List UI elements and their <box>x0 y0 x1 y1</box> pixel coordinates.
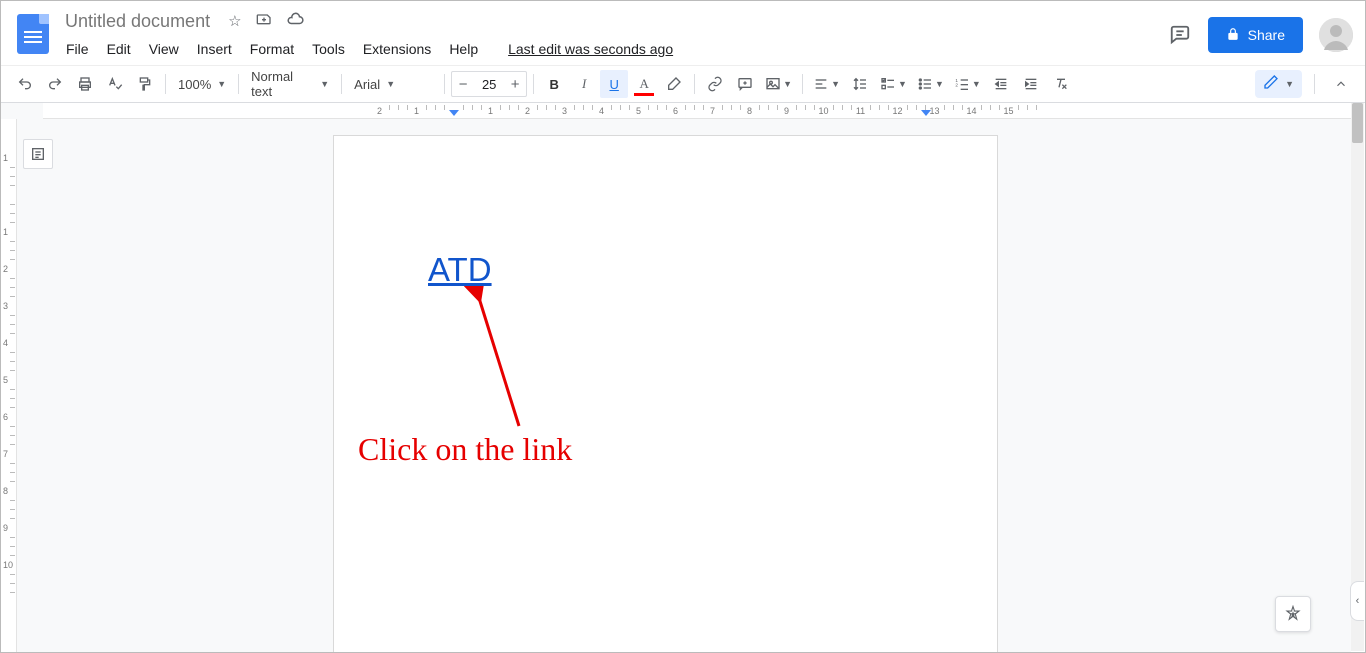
font-size-input[interactable] <box>474 77 504 92</box>
italic-button[interactable]: I <box>570 70 598 98</box>
menu-file[interactable]: File <box>59 37 96 61</box>
bulleted-list-button[interactable]: ▼ <box>913 70 948 98</box>
comments-icon[interactable] <box>1168 23 1192 47</box>
paragraph-style-combo[interactable]: Normal text▼ <box>245 70 335 98</box>
menu-edit[interactable]: Edit <box>100 37 138 61</box>
menu-format[interactable]: Format <box>243 37 301 61</box>
share-button[interactable]: Share <box>1208 17 1303 53</box>
horizontal-ruler[interactable]: 21123456789101112131415 <box>43 103 1351 119</box>
insert-link-button[interactable] <box>701 70 729 98</box>
pencil-icon <box>1263 74 1279 95</box>
cloud-status-icon[interactable] <box>286 10 304 32</box>
add-comment-button[interactable] <box>731 70 759 98</box>
insert-image-button[interactable]: ▼ <box>761 70 796 98</box>
undo-button[interactable] <box>11 70 39 98</box>
font-size-control: − + <box>451 71 527 97</box>
share-label: Share <box>1248 27 1285 43</box>
redo-button[interactable] <box>41 70 69 98</box>
document-page[interactable]: ATD Click on the link <box>333 135 998 652</box>
increase-indent-button[interactable] <box>1017 70 1045 98</box>
toolbar: 100%▼ Normal text▼ Arial▼ − + B I U A ▼ … <box>1 65 1365 103</box>
menu-insert[interactable]: Insert <box>190 37 239 61</box>
spellcheck-button[interactable] <box>101 70 129 98</box>
vertical-ruler[interactable]: 112345678910 <box>1 119 17 652</box>
highlight-button[interactable] <box>660 70 688 98</box>
document-title[interactable]: Untitled document <box>59 9 216 34</box>
zoom-combo[interactable]: 100%▼ <box>172 70 232 98</box>
menu-tools[interactable]: Tools <box>305 37 352 61</box>
svg-text:2: 2 <box>955 83 958 88</box>
menu-help[interactable]: Help <box>442 37 485 61</box>
bold-button[interactable]: B <box>540 70 568 98</box>
star-icon[interactable]: ☆ <box>228 12 241 30</box>
docs-logo[interactable] <box>13 7 53 61</box>
side-panel-toggle[interactable]: ‹ <box>1350 581 1364 621</box>
font-size-increase[interactable]: + <box>504 76 526 93</box>
underline-button[interactable]: U <box>600 70 628 98</box>
checklist-button[interactable]: ▼ <box>876 70 911 98</box>
user-avatar[interactable] <box>1319 18 1353 52</box>
annotation-text: Click on the link <box>358 431 572 468</box>
print-button[interactable] <box>71 70 99 98</box>
paint-format-button[interactable] <box>131 70 159 98</box>
text-color-button[interactable]: A <box>630 70 658 98</box>
workspace: 21123456789101112131415 112345678910 ATD… <box>1 103 1351 652</box>
decrease-indent-button[interactable] <box>987 70 1015 98</box>
align-button[interactable]: ▼ <box>809 70 844 98</box>
editing-mode-button[interactable]: ▼ <box>1255 70 1302 98</box>
line-spacing-button[interactable] <box>846 70 874 98</box>
document-hyperlink[interactable]: ATD <box>428 251 492 289</box>
app-header: Untitled document ☆ File Edit View Inser… <box>1 1 1365 65</box>
menu-extensions[interactable]: Extensions <box>356 37 438 61</box>
annotation-arrow <box>464 286 534 436</box>
vertical-scrollbar[interactable] <box>1351 103 1364 651</box>
menu-bar: File Edit View Insert Format Tools Exten… <box>59 35 680 63</box>
numbered-list-button[interactable]: 12▼ <box>950 70 985 98</box>
last-edit-link[interactable]: Last edit was seconds ago <box>501 37 680 61</box>
font-size-decrease[interactable]: − <box>452 76 474 93</box>
explore-button[interactable] <box>1275 596 1311 632</box>
clear-formatting-button[interactable] <box>1047 70 1075 98</box>
menu-view[interactable]: View <box>142 37 186 61</box>
move-icon[interactable] <box>256 11 272 31</box>
hide-menus-button[interactable] <box>1327 70 1355 98</box>
document-canvas[interactable]: ATD Click on the link <box>17 119 1351 652</box>
font-combo[interactable]: Arial▼ <box>348 70 438 98</box>
lock-icon <box>1226 27 1240 44</box>
